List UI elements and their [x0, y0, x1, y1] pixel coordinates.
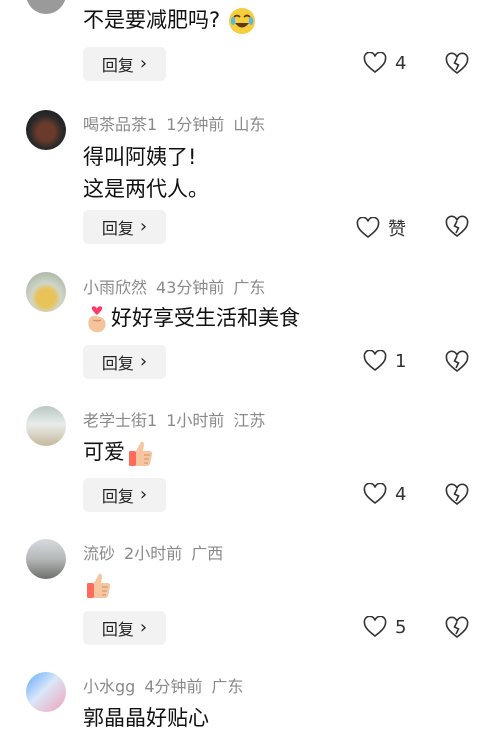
heart-outline-icon — [363, 350, 387, 372]
heart-outline-icon — [356, 217, 380, 239]
heart-outline-icon — [363, 52, 387, 74]
username[interactable]: 流砂 — [83, 544, 115, 563]
comment-text-line: 得叫阿姨了! — [83, 145, 197, 169]
dislike-button[interactable] — [444, 483, 470, 507]
comment-meta: 老学士街1 1小时前 江苏 — [83, 407, 274, 431]
dislike-button[interactable] — [444, 350, 470, 374]
reply-button[interactable]: 回复 › — [83, 47, 166, 81]
username[interactable]: 喝茶品茶1 — [83, 115, 157, 134]
comment-text: 得叫阿姨了! 这是两代人。 — [83, 141, 209, 205]
crying-laughing-emoji-icon — [227, 6, 257, 36]
comment-location: 广东 — [211, 677, 244, 696]
username[interactable]: 小水gg — [83, 677, 135, 696]
comment-time: 43分钟前 — [156, 278, 225, 297]
comment-location: 山东 — [233, 115, 266, 134]
like-count: 4 — [395, 483, 407, 505]
comment-text: 不是要减肥吗? — [83, 4, 257, 36]
like-button[interactable]: 1 — [363, 350, 406, 372]
reply-label: 回复 — [101, 354, 134, 373]
comment-meta: 小水gg 4分钟前 广东 — [83, 673, 253, 697]
heart-outline-icon — [363, 483, 387, 505]
broken-heart-icon — [445, 483, 469, 506]
like-button[interactable]: 赞 — [356, 215, 406, 241]
comment-meta: 小雨欣然 43分钟前 广东 — [83, 274, 274, 298]
comment-location: 江苏 — [233, 411, 266, 430]
chevron-right-icon: › — [139, 617, 148, 638]
dislike-button[interactable] — [444, 52, 470, 76]
like-count: 5 — [395, 616, 407, 638]
comment-time: 1小时前 — [166, 411, 225, 430]
thumbs-up-emoji-icon — [125, 437, 157, 469]
like-button[interactable]: 5 — [363, 616, 406, 638]
comment-time: 4分钟前 — [144, 677, 203, 696]
comment-text-line: 郭晶晶好贴心 — [83, 706, 209, 730]
broken-heart-icon — [445, 215, 469, 238]
comment-location: 广东 — [233, 278, 266, 297]
username[interactable]: 老学士街1 — [83, 411, 157, 430]
comment-meta: 喝茶品茶1 1分钟前 山东 — [83, 111, 274, 135]
like-count: 1 — [395, 350, 407, 372]
avatar[interactable] — [26, 272, 66, 312]
reply-label: 回复 — [101, 56, 134, 75]
broken-heart-icon — [445, 616, 469, 639]
broken-heart-icon — [445, 350, 469, 373]
comment-text-line: 好好享受生活和美食 — [111, 306, 300, 330]
comment-location: 广西 — [191, 544, 224, 563]
heart-outline-icon — [363, 616, 387, 638]
reply-button[interactable]: 回复 › — [83, 478, 166, 512]
thumbs-up-emoji-icon — [83, 569, 115, 601]
reply-label: 回复 — [101, 487, 134, 506]
comment-time: 1分钟前 — [166, 115, 225, 134]
chevron-right-icon: › — [139, 53, 148, 74]
reply-button[interactable]: 回复 › — [83, 611, 166, 645]
finger-heart-emoji-icon — [83, 303, 111, 335]
comment-text: 好好享受生活和美食 — [83, 302, 300, 335]
avatar[interactable] — [26, 110, 66, 150]
like-button[interactable]: 4 — [363, 52, 406, 74]
avatar[interactable] — [26, 539, 66, 579]
comment-text — [83, 568, 115, 601]
chevron-right-icon: › — [139, 216, 148, 237]
reply-button[interactable]: 回复 › — [83, 345, 166, 379]
dislike-button[interactable] — [444, 616, 470, 640]
comment-text-line: 不是要减肥吗? — [83, 8, 221, 32]
avatar[interactable] — [26, 406, 66, 446]
like-count: 4 — [395, 52, 407, 74]
like-button[interactable]: 4 — [363, 483, 406, 505]
comment-time: 2小时前 — [124, 544, 183, 563]
broken-heart-icon — [445, 52, 469, 75]
reply-button[interactable]: 回复 › — [83, 210, 166, 244]
comment-meta: 流砂 2小时前 广西 — [83, 540, 232, 564]
like-count: 赞 — [388, 219, 406, 240]
comment-text: 可爱 — [83, 436, 157, 469]
reply-label: 回复 — [101, 620, 134, 639]
dislike-button[interactable] — [444, 215, 470, 239]
comment-text: 郭晶晶好贴心 — [83, 702, 209, 734]
username[interactable]: 小雨欣然 — [83, 278, 147, 297]
reply-label: 回复 — [101, 219, 134, 238]
comment-text-line: 这是两代人。 — [83, 177, 209, 201]
chevron-right-icon: › — [139, 351, 148, 372]
avatar[interactable] — [26, 0, 66, 14]
chevron-right-icon: › — [139, 484, 148, 505]
comment-text-line: 可爱 — [83, 440, 125, 464]
avatar[interactable] — [26, 672, 66, 712]
